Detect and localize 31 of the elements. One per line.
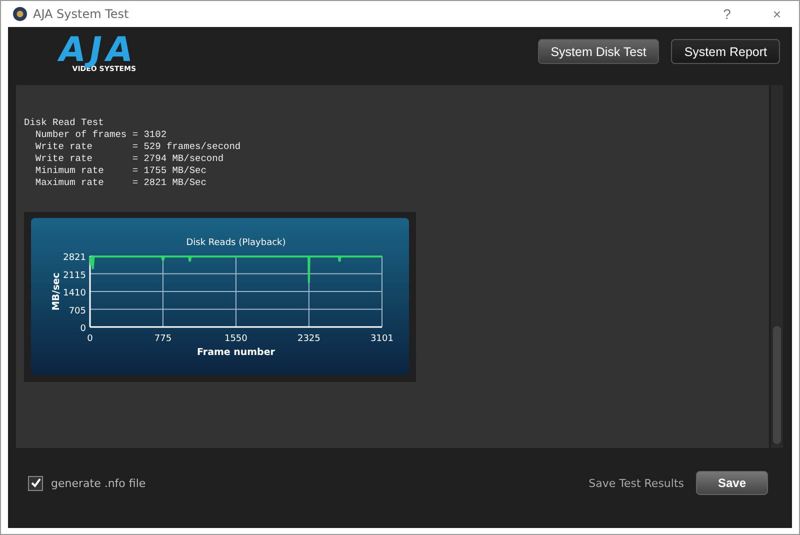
- window-title: AJA System Test: [33, 7, 129, 21]
- header-button[interactable]: System Disk Test: [538, 39, 660, 64]
- result-line: Minimum rate = 1755 MB/Sec: [34, 165, 208, 177]
- scrollbar-thumb[interactable]: [773, 326, 781, 444]
- y-tick-label: 1410: [63, 288, 86, 299]
- header-button[interactable]: System Report: [671, 39, 780, 64]
- y-axis-label: MB/sec: [51, 272, 62, 310]
- y-tick-label: 2821: [63, 253, 86, 263]
- nfo-checkbox[interactable]: generate .nfo file: [28, 476, 146, 490]
- help-button[interactable]: ?: [705, 1, 749, 27]
- x-tick-label: 2325: [297, 334, 320, 344]
- result-line: Write rate = 2794 MB/second: [34, 153, 225, 165]
- checkbox-icon[interactable]: [28, 476, 43, 490]
- x-tick-label: 0: [87, 334, 93, 344]
- result-line: Write rate = 529 frames/second: [34, 141, 242, 153]
- x-tick-label: 1550: [224, 334, 248, 344]
- y-tick-label: 2115: [63, 270, 86, 281]
- result-line: Maximum rate = 2821 MB/Sec: [34, 177, 208, 189]
- close-button[interactable]: ×: [755, 1, 799, 27]
- result-line: Number of frames = 3102: [34, 129, 168, 141]
- results-heading: Disk Read Test: [24, 117, 105, 129]
- x-axis-label: Frame number: [197, 347, 275, 358]
- x-tick-label: 3101: [370, 334, 394, 344]
- x-tick-label: 775: [154, 334, 172, 344]
- chart-title: Disk Reads (Playback): [186, 238, 286, 248]
- scrollbar[interactable]: [771, 85, 783, 448]
- save-button[interactable]: Save: [696, 471, 768, 495]
- y-tick-label: 0: [80, 324, 86, 334]
- save-results-label: Save Test Results: [588, 476, 684, 490]
- app-icon: [13, 7, 27, 21]
- y-tick-label: 705: [68, 306, 86, 316]
